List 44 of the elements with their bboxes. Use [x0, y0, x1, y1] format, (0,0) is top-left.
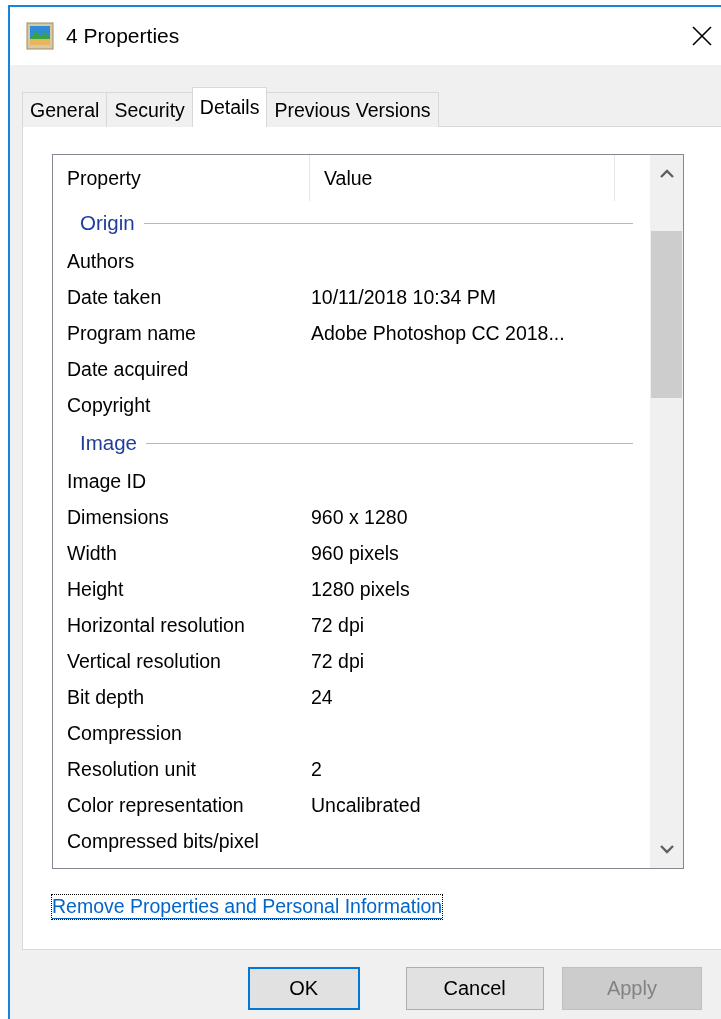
property-value: 960 pixels [310, 541, 399, 565]
property-name: Compression [67, 721, 182, 744]
close-icon[interactable] [692, 26, 712, 46]
property-name: Horizontal resolution [67, 613, 245, 636]
scroll-down-icon[interactable] [659, 844, 674, 854]
scrollbar[interactable] [650, 155, 683, 868]
property-name: Bit depth [67, 685, 144, 708]
group-heading: Origin [80, 211, 135, 235]
property-name: Date taken [67, 285, 162, 308]
remove-properties-link[interactable]: Remove Properties and Personal Information [52, 895, 443, 919]
property-name: Image ID [67, 469, 147, 492]
group-heading: Image [80, 431, 137, 455]
window-title: 4 Properties [66, 24, 180, 48]
dialog-button[interactable]: OK [248, 967, 360, 1010]
property-name: Compressed bits/pixel [67, 829, 259, 852]
property-name: Copyright [67, 393, 151, 416]
property-name: Authors [67, 249, 135, 272]
dialog-button[interactable]: Cancel [405, 967, 544, 1010]
property-name: Width [67, 541, 117, 564]
tab[interactable]: Security [106, 92, 193, 127]
property-name: Height [67, 577, 124, 600]
property-name: Program name [67, 321, 196, 344]
tab[interactable]: Previous Versions [266, 92, 439, 127]
column-header[interactable]: Property [53, 155, 310, 201]
property-value: 2 [310, 757, 322, 781]
tab[interactable]: General [22, 92, 108, 127]
property-value: 24 [310, 685, 333, 709]
property-value: Uncalibrated [310, 793, 421, 817]
property-value: 72 dpi [310, 613, 365, 637]
scroll-thumb[interactable] [651, 231, 682, 398]
property-value: 10/11/2018 10:34 PM [310, 285, 497, 309]
property-value: 72 dpi [310, 649, 365, 673]
property-name: Color representation [67, 793, 244, 816]
property-name: Date acquired [67, 357, 189, 380]
column-header[interactable]: Value [310, 155, 615, 201]
property-name: Resolution unit [67, 757, 196, 780]
property-value: 960 x 1280 [310, 505, 408, 529]
property-value: Adobe Photoshop CC 2018... [310, 321, 565, 345]
property-value: 1280 pixels [310, 577, 410, 601]
picture-icon [26, 22, 54, 50]
property-name: Dimensions [67, 505, 169, 528]
scroll-up-icon[interactable] [659, 169, 674, 179]
tab[interactable]: Details [191, 87, 268, 127]
property-name: Vertical resolution [67, 649, 221, 672]
